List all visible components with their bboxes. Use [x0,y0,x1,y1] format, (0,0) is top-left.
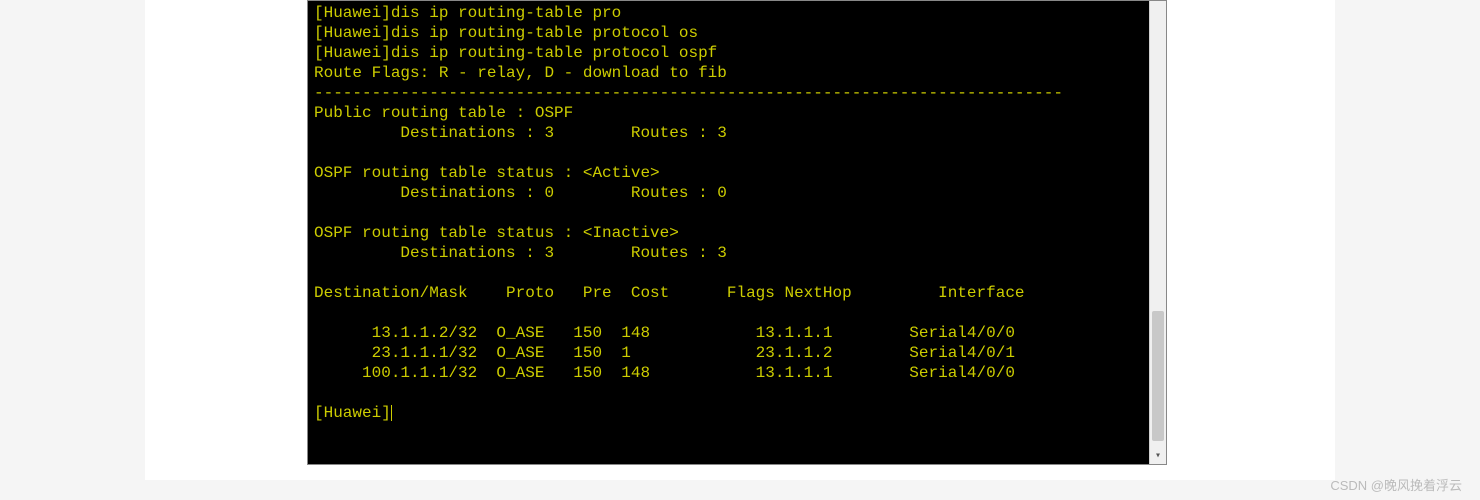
table-row: 23.1.1.1/32 O_ASE 150 1 23.1.1.2 Serial4… [314,344,1015,362]
cursor-icon [391,405,392,421]
output-line: [Huawei]dis ip routing-table protocol os… [314,44,717,62]
vertical-scrollbar[interactable]: ▾ [1149,1,1166,464]
output-line: OSPF routing table status : <Inactive> [314,224,679,242]
terminal-output[interactable]: [Huawei]dis ip routing-table pro [Huawei… [308,1,1149,464]
output-line: ----------------------------------------… [314,84,1063,102]
output-line: OSPF routing table status : <Active> [314,164,660,182]
output-line: Destinations : 0 Routes : 0 [314,184,727,202]
chevron-down-icon[interactable]: ▾ [1150,447,1166,464]
output-line: Destinations : 3 Routes : 3 [314,124,727,142]
output-line: [Huawei]dis ip routing-table pro [314,4,621,22]
output-line: Destinations : 3 Routes : 3 [314,244,727,262]
table-header: Destination/Mask Proto Pre Cost Flags Ne… [314,284,1025,302]
terminal-window: [Huawei]dis ip routing-table pro [Huawei… [307,0,1167,465]
prompt[interactable]: [Huawei] [314,404,391,422]
table-row: 13.1.1.2/32 O_ASE 150 148 13.1.1.1 Seria… [314,324,1015,342]
output-line: [Huawei]dis ip routing-table protocol os [314,24,698,42]
page-container: [Huawei]dis ip routing-table pro [Huawei… [145,0,1335,480]
output-line: Route Flags: R - relay, D - download to … [314,64,727,82]
table-row: 100.1.1.1/32 O_ASE 150 148 13.1.1.1 Seri… [314,364,1015,382]
output-line: Public routing table : OSPF [314,104,573,122]
watermark-text: CSDN @晚风挽着浮云 [1330,475,1462,494]
scrollbar-thumb[interactable] [1152,311,1164,441]
